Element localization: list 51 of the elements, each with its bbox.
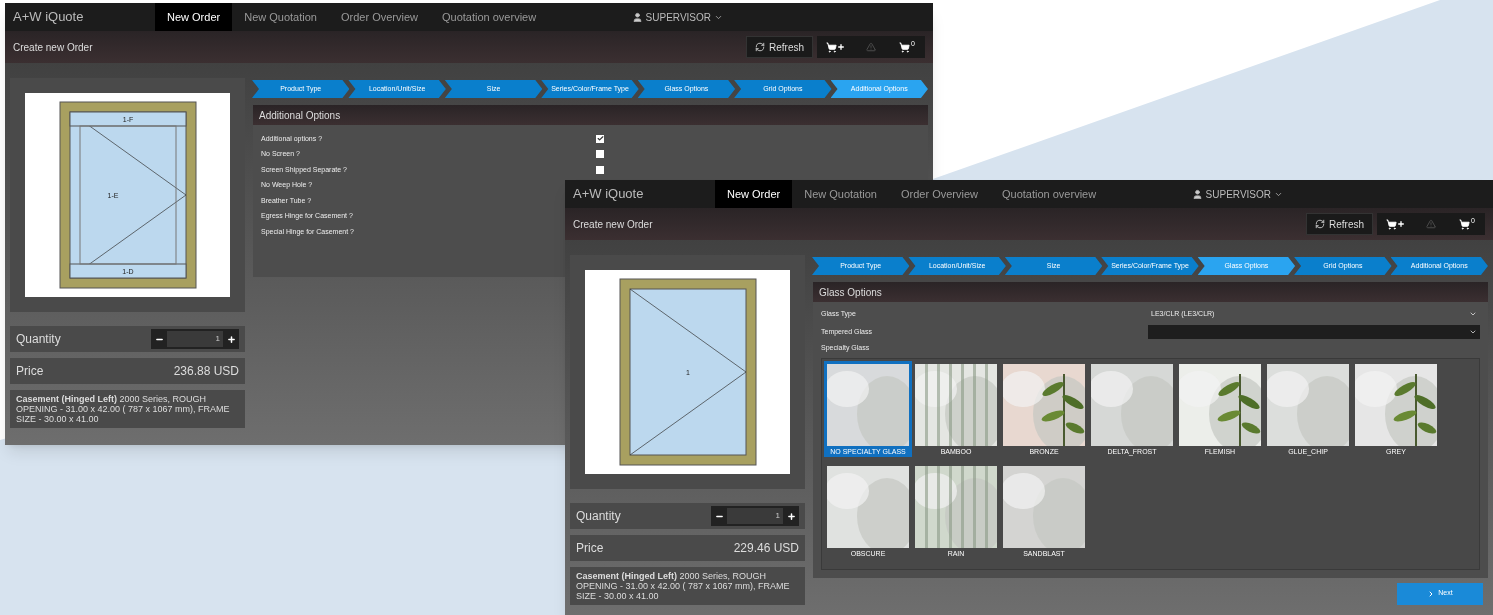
nav-tab[interactable]: New Order <box>155 3 233 31</box>
option-checkbox[interactable] <box>596 150 604 159</box>
price-value: 229.46 USD <box>733 540 799 557</box>
refresh-icon <box>1315 219 1325 229</box>
warning-icon <box>1426 219 1436 229</box>
plus-icon <box>786 511 796 521</box>
nav-tab[interactable]: Order Overview <box>328 3 430 31</box>
cart-icon <box>899 41 911 53</box>
user-menu[interactable]: SUPERVISOR <box>1191 186 1283 202</box>
cart-icon <box>1385 218 1397 230</box>
nav-tab[interactable]: New Quotation <box>232 3 329 31</box>
user-menu[interactable]: SUPERVISOR <box>631 9 723 25</box>
nav-tab[interactable]: Quotation overview <box>990 180 1109 208</box>
add-to-cart-button[interactable] <box>817 36 853 58</box>
quantity-field[interactable]: 1 <box>167 331 223 347</box>
option-checkbox[interactable] <box>596 134 604 143</box>
refresh-button[interactable]: Refresh <box>1306 213 1373 235</box>
section-header: Glass Options <box>813 282 1488 302</box>
quantity-label: Quantity <box>576 508 622 525</box>
plus-icon <box>1396 220 1405 228</box>
nav-tab[interactable]: Order Overview <box>888 180 990 208</box>
product-description: Casement (Hinged Left) 2000 Series, ROUGH OPENING - 31.00 x 42.00 ( 787 x 1067 mm), FRAME SIZE - 30.00 x 41.00 <box>576 571 791 601</box>
nav-tab[interactable]: New Quotation <box>792 180 889 208</box>
nav-tab[interactable]: Quotation overview <box>430 3 549 31</box>
app-title: A+W iQuote <box>12 8 85 27</box>
user-icon <box>631 11 643 23</box>
quantity-label: Quantity <box>16 331 62 348</box>
check-icon <box>596 135 604 143</box>
price-label: Price <box>576 540 605 557</box>
refresh-icon <box>755 42 765 52</box>
option-checkbox[interactable] <box>596 165 604 174</box>
dropdown-field[interactable] <box>1148 325 1480 339</box>
section-header: Additional Options <box>253 105 928 125</box>
add-to-cart-button[interactable] <box>1377 213 1413 235</box>
page-title: Create new Order <box>573 217 653 232</box>
app-title: A+W iQuote <box>572 185 645 204</box>
user-icon <box>1191 188 1203 200</box>
cart-icon <box>825 41 837 53</box>
plus-icon <box>226 334 236 344</box>
plus-icon <box>836 43 845 51</box>
page-title: Create new Order <box>13 40 93 55</box>
price-value: 236.88 USD <box>173 363 239 380</box>
product-description: Casement (Hinged Left) 2000 Series, ROUGH OPENING - 31.00 x 42.00 ( 787 x 1067 mm), FRAME SIZE - 30.00 x 41.00 <box>16 394 231 424</box>
refresh-button[interactable]: Refresh <box>746 36 813 58</box>
quantity-field[interactable]: 1 <box>727 508 783 524</box>
caret-icon <box>1469 328 1477 336</box>
price-label: Price <box>16 363 45 380</box>
cart-icon <box>1459 218 1471 230</box>
caret-icon <box>1469 310 1477 318</box>
nav-tab[interactable]: New Order <box>715 180 793 208</box>
warning-icon <box>866 42 876 52</box>
